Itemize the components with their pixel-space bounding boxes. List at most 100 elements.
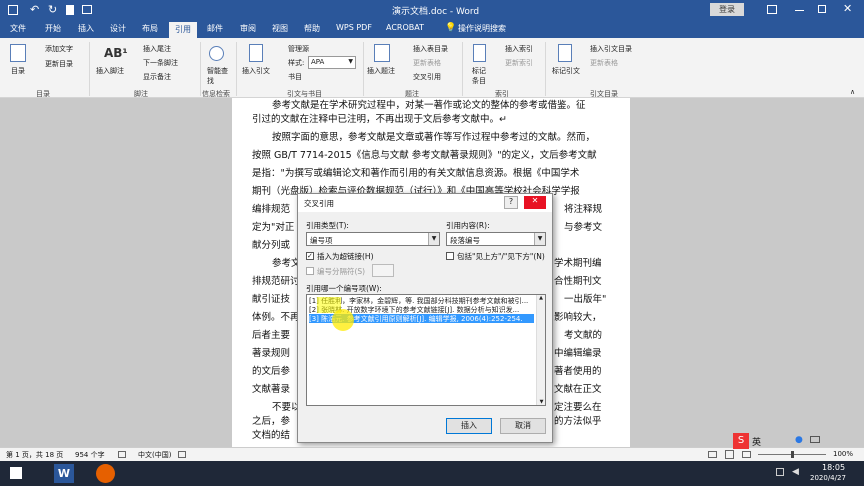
insert-citation-button[interactable]: 插入引文	[242, 66, 270, 76]
manage-sources-button[interactable]: 管理源	[288, 44, 309, 54]
tab-review[interactable]: 审阅	[240, 23, 256, 34]
microphone-icon[interactable]: ●	[795, 435, 803, 445]
minimize-icon[interactable]	[795, 10, 804, 11]
ribbon: 目录 添加文字 更新目录 目录 AB¹ 插入脚注 插入尾注 下一条脚注 显示备注…	[0, 38, 864, 98]
new-doc-icon[interactable]	[66, 5, 74, 15]
tab-insert[interactable]: 插入	[78, 23, 94, 34]
tab-home[interactable]: 开始	[45, 23, 61, 34]
above-below-label: 包括"见上方"/"见下方"(N)	[457, 252, 545, 261]
ref-content-select[interactable]: 段落编号 ▼	[446, 232, 546, 246]
volume-icon[interactable]: ◀	[792, 467, 799, 477]
web-layout-icon[interactable]	[742, 451, 751, 458]
add-text-button[interactable]: 添加文字	[45, 44, 73, 54]
ref-type-label: 引用类型(T):	[306, 221, 349, 230]
dialog-title: 交叉引用	[304, 199, 334, 208]
ref-type-value: 编号项	[310, 236, 333, 245]
bibliography-button[interactable]: 书目	[288, 72, 302, 82]
chevron-down-icon: ▼	[348, 58, 353, 65]
insert-index-button[interactable]: 插入索引	[505, 44, 533, 54]
login-button[interactable]: 登录	[710, 3, 744, 16]
group-divider	[462, 42, 463, 96]
doc-line-right: 考文献的	[564, 330, 603, 341]
tab-view[interactable]: 视图	[272, 23, 288, 34]
style-label: 样式:	[288, 59, 305, 67]
language[interactable]: 中文(中国)	[138, 450, 171, 460]
start-button[interactable]	[10, 467, 22, 479]
undo-icon[interactable]: ↶	[30, 3, 39, 16]
doc-line-right: 学术期刊编	[554, 258, 602, 269]
network-icon[interactable]	[776, 468, 784, 476]
lightbulb-icon: 💡	[445, 23, 457, 33]
mark-entry-button[interactable]: 标记条目	[472, 66, 490, 86]
next-footnote-button[interactable]: 下一条脚注	[143, 58, 178, 68]
scroll-up-icon[interactable]: ▲	[537, 295, 545, 301]
firefox-taskbar-icon[interactable]	[96, 464, 115, 483]
focus-mode-icon[interactable]	[178, 451, 186, 458]
ime-mode[interactable]: 英	[752, 435, 761, 448]
update-toa-button[interactable]: 更新表格	[590, 58, 618, 68]
save-icon[interactable]	[8, 5, 18, 15]
ribbon-tabs: 文件 开始 插入 设计 布局 引用 邮件 审阅 视图 帮助 WPS PDF AC…	[0, 20, 864, 38]
taskbar: W S 英 ● ◀ 18:05 2020/4/27	[0, 433, 864, 486]
above-below-checkbox[interactable]	[446, 252, 454, 260]
toc-button[interactable]: 目录	[11, 66, 25, 76]
redo-icon[interactable]: ↻	[48, 3, 57, 16]
scrollbar[interactable]: ▲ ▼	[536, 295, 545, 405]
mark-citation-icon	[558, 44, 572, 62]
tab-mailings[interactable]: 邮件	[207, 23, 223, 34]
insert-caption-button[interactable]: 插入题注	[367, 66, 395, 76]
word-count[interactable]: 954 个字	[75, 450, 105, 460]
mark-entry-icon	[473, 44, 486, 62]
sogou-ime-icon[interactable]: S	[733, 433, 749, 449]
word-taskbar-icon[interactable]: W	[54, 464, 74, 483]
insert-button[interactable]: 插入	[446, 418, 492, 434]
separator-checkbox[interactable]	[306, 267, 314, 275]
cancel-button[interactable]: 取消	[500, 418, 546, 434]
tab-design[interactable]: 设计	[110, 23, 126, 34]
tab-layout[interactable]: 布局	[142, 23, 158, 34]
style-select[interactable]: APA ▼	[308, 56, 356, 69]
doc-line: 按照字面的意思，参考文献是文章或著作等写作过程中参考过的文献。然而，	[272, 132, 596, 143]
scroll-down-icon[interactable]: ▼	[537, 399, 546, 405]
chevron-down-icon: ▼	[428, 233, 439, 245]
update-index-button[interactable]: 更新索引	[505, 58, 533, 68]
tell-me-search[interactable]: 操作说明搜索	[458, 23, 506, 34]
page-count[interactable]: 第 1 页，共 18 页	[6, 450, 63, 460]
ref-type-select[interactable]: 编号项 ▼	[306, 232, 440, 246]
numbered-items-list[interactable]: [1] 任胜利，李家林，金碧辉，等. 我国部分科技期刊参考文献和被引... [2…	[306, 294, 546, 406]
read-mode-icon[interactable]	[708, 451, 717, 458]
print-layout-icon[interactable]	[725, 450, 734, 459]
update-table-button[interactable]: 更新表格	[413, 58, 441, 68]
help-button[interactable]: ?	[504, 196, 518, 209]
restore-icon[interactable]	[818, 5, 826, 13]
zoom-level[interactable]: 100%	[833, 450, 853, 458]
mark-citation-button[interactable]: 标记引文	[552, 66, 580, 76]
cross-reference-button[interactable]: 交叉引用	[413, 72, 441, 82]
zoom-slider-thumb[interactable]	[791, 451, 794, 458]
insert-endnote-button[interactable]: 插入尾注	[143, 44, 171, 54]
doc-line-right: 的方法似乎	[554, 416, 602, 427]
print-icon[interactable]	[82, 5, 92, 14]
separator-input[interactable]	[372, 264, 394, 277]
update-toc-button[interactable]: 更新目录	[45, 59, 73, 69]
keyboard-icon[interactable]	[810, 436, 820, 443]
ribbon-display-icon[interactable]	[767, 5, 777, 14]
doc-line: 后者主要	[252, 330, 291, 341]
tab-acrobat[interactable]: ACROBAT	[386, 23, 424, 32]
tab-file[interactable]: 文件	[10, 23, 26, 34]
tab-help[interactable]: 帮助	[304, 23, 320, 34]
group-divider	[200, 42, 201, 96]
insert-table-figures-button[interactable]: 插入表目录	[413, 44, 448, 54]
proofing-icon[interactable]	[118, 451, 126, 458]
smart-lookup-button[interactable]: 智能查找	[207, 66, 229, 86]
hyperlink-checkbox[interactable]: ✓	[306, 252, 314, 260]
collapse-ribbon-icon[interactable]: ∧	[850, 88, 855, 96]
close-icon[interactable]: ✕	[843, 2, 852, 15]
show-notes-button[interactable]: 显示备注	[143, 72, 171, 82]
insert-footnote-button[interactable]: 插入脚注	[96, 66, 124, 76]
tab-references[interactable]: 引用	[169, 22, 197, 38]
insert-toa-button[interactable]: 插入引文目录	[590, 44, 632, 54]
dialog-close-button[interactable]: ✕	[524, 196, 546, 209]
tab-wps-pdf[interactable]: WPS PDF	[336, 23, 372, 32]
list-item[interactable]: [1] 任胜利，李家林，金碧辉，等. 我国部分科技期刊参考文献和被引...	[309, 296, 534, 305]
